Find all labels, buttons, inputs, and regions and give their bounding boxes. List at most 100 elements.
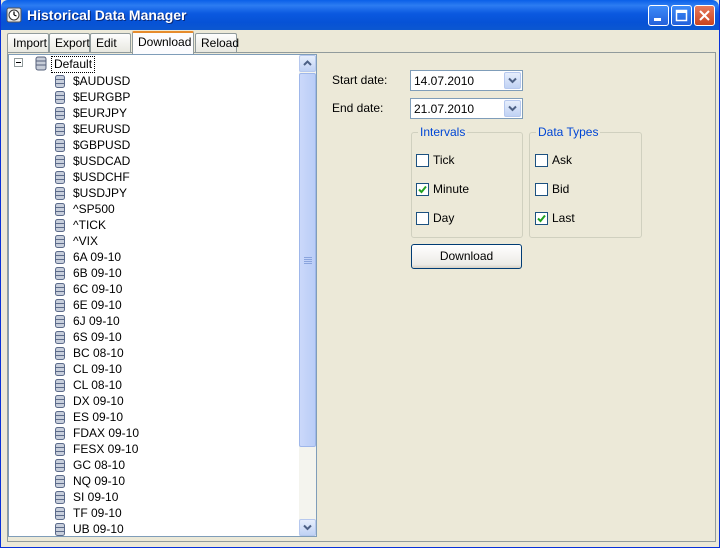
checkbox-last[interactable] bbox=[535, 212, 548, 225]
tree-item[interactable]: 6E 09-10 bbox=[9, 297, 299, 313]
checkbox-label-last[interactable]: Last bbox=[552, 211, 575, 225]
tree-item[interactable]: ^VIX bbox=[9, 233, 299, 249]
tree-item-label: CL 08-10 bbox=[73, 378, 122, 392]
database-icon bbox=[55, 443, 65, 456]
checkbox-day[interactable] bbox=[416, 212, 429, 225]
tree-item-label: FDAX 09-10 bbox=[73, 426, 140, 440]
checkbox-label-ask[interactable]: Ask bbox=[552, 153, 572, 167]
database-icon bbox=[55, 459, 65, 472]
tree-item[interactable]: $EURUSD bbox=[9, 121, 299, 137]
database-icon bbox=[55, 491, 65, 504]
close-button[interactable] bbox=[694, 5, 715, 26]
database-icon bbox=[55, 75, 65, 88]
database-icon bbox=[55, 267, 65, 280]
end-date-dropdown-button[interactable] bbox=[504, 100, 521, 117]
database-icon bbox=[55, 155, 65, 168]
check-icon bbox=[537, 214, 546, 223]
tree-item-label: ^VIX bbox=[73, 234, 98, 248]
tree-item-label: 6B 09-10 bbox=[73, 266, 122, 280]
tree-item-label: SI 09-10 bbox=[73, 490, 119, 504]
scroll-up-button[interactable] bbox=[299, 55, 316, 72]
chevron-down-icon bbox=[508, 105, 517, 112]
database-icon bbox=[55, 427, 65, 440]
database-icon bbox=[55, 363, 65, 376]
tree-item[interactable]: 6C 09-10 bbox=[9, 281, 299, 297]
database-icon bbox=[55, 171, 65, 184]
scroll-down-button[interactable] bbox=[299, 519, 316, 536]
tree-item-label: DX 09-10 bbox=[73, 394, 124, 408]
tree-item[interactable]: SI 09-10 bbox=[9, 489, 299, 505]
database-icon bbox=[55, 139, 65, 152]
tree-item[interactable]: DX 09-10 bbox=[9, 393, 299, 409]
tree-item-label: NQ 09-10 bbox=[73, 474, 126, 488]
tab-edit[interactable]: Edit bbox=[90, 33, 131, 52]
tab-download[interactable]: Download bbox=[132, 31, 194, 54]
database-icon bbox=[55, 219, 65, 232]
tab-import[interactable]: Import bbox=[7, 33, 49, 52]
tree-item-label: $USDCAD bbox=[73, 154, 131, 168]
tree-item[interactable]: CL 09-10 bbox=[9, 361, 299, 377]
data-types-title: Data Types bbox=[536, 125, 601, 139]
tree-item[interactable]: ES 09-10 bbox=[9, 409, 299, 425]
tree-item[interactable]: 6A 09-10 bbox=[9, 249, 299, 265]
start-date-dropdown-button[interactable] bbox=[504, 72, 521, 89]
database-icon bbox=[55, 235, 65, 248]
tree-item[interactable]: $USDJPY bbox=[9, 185, 299, 201]
tree-item-label: $USDCHF bbox=[73, 170, 130, 184]
tree-item[interactable]: 6S 09-10 bbox=[9, 329, 299, 345]
tree-item[interactable]: CL 08-10 bbox=[9, 377, 299, 393]
checkbox-label-day[interactable]: Day bbox=[433, 211, 454, 225]
database-icon bbox=[55, 379, 65, 392]
tree-item[interactable]: FDAX 09-10 bbox=[9, 425, 299, 441]
tree-item[interactable]: FESX 09-10 bbox=[9, 441, 299, 457]
minimize-icon bbox=[654, 18, 661, 21]
tree-item-label: $USDJPY bbox=[73, 186, 128, 200]
symbol-tree[interactable]: $AUDUSD $EURGBP $EURJPY $EURUSD $GBPUSD $USDC… bbox=[8, 54, 317, 537]
title-bar[interactable]: Historical Data Manager bbox=[1, 0, 719, 30]
start-date-picker[interactable]: 14.07.2010 bbox=[410, 70, 523, 91]
database-icon bbox=[55, 187, 65, 200]
tree-scrollbar[interactable] bbox=[299, 55, 316, 536]
intervals-title: Intervals bbox=[418, 125, 468, 139]
tree-item[interactable]: 6J 09-10 bbox=[9, 313, 299, 329]
minimize-button[interactable] bbox=[648, 5, 669, 26]
tree-root-label[interactable]: Default bbox=[51, 56, 96, 73]
checkbox-bid[interactable] bbox=[535, 183, 548, 196]
database-icon bbox=[55, 299, 65, 312]
tree-item[interactable]: ^SP500 bbox=[9, 201, 299, 217]
tree-item[interactable]: $USDCAD bbox=[9, 153, 299, 169]
end-date-picker[interactable]: 21.07.2010 bbox=[410, 98, 523, 119]
tree-item[interactable]: 6B 09-10 bbox=[9, 265, 299, 281]
database-icon bbox=[55, 395, 65, 408]
maximize-button[interactable] bbox=[671, 5, 692, 26]
tree-item[interactable]: $USDCHF bbox=[9, 169, 299, 185]
tree-item[interactable]: $EURJPY bbox=[9, 105, 299, 121]
tree-item[interactable]: NQ 09-10 bbox=[9, 473, 299, 489]
tree-item[interactable]: BC 08-10 bbox=[9, 345, 299, 361]
checkbox-label-bid[interactable]: Bid bbox=[552, 182, 569, 196]
checkbox-label-tick[interactable]: Tick bbox=[433, 153, 455, 167]
collapse-icon[interactable] bbox=[14, 58, 23, 67]
checkbox-label-minute[interactable]: Minute bbox=[433, 182, 469, 196]
tree-item[interactable]: $GBPUSD bbox=[9, 137, 299, 153]
tree-item[interactable]: GC 08-10 bbox=[9, 457, 299, 473]
database-icon bbox=[55, 523, 65, 536]
tree-item-label: GC 08-10 bbox=[73, 458, 126, 472]
tree-item[interactable]: TF 09-10 bbox=[9, 505, 299, 521]
tab-export[interactable]: Export bbox=[49, 33, 90, 52]
checkbox-tick[interactable] bbox=[416, 154, 429, 167]
tree-item[interactable]: $AUDUSD bbox=[9, 73, 299, 89]
tree-item[interactable]: $EURGBP bbox=[9, 89, 299, 105]
tree-item[interactable]: ^TICK bbox=[9, 217, 299, 233]
tree-item-label: CL 09-10 bbox=[73, 362, 122, 376]
checkbox-ask[interactable] bbox=[535, 154, 548, 167]
tree-item[interactable]: UB 09-10 bbox=[9, 521, 299, 536]
checkbox-minute[interactable] bbox=[416, 183, 429, 196]
tree-item-label: UB 09-10 bbox=[73, 522, 124, 536]
tab-reload[interactable]: Reload bbox=[195, 33, 239, 52]
download-button[interactable]: Download bbox=[411, 244, 522, 269]
database-icon bbox=[55, 251, 65, 264]
close-icon bbox=[699, 10, 710, 21]
start-date-label: Start date: bbox=[332, 73, 388, 87]
scroll-thumb[interactable] bbox=[299, 73, 316, 447]
